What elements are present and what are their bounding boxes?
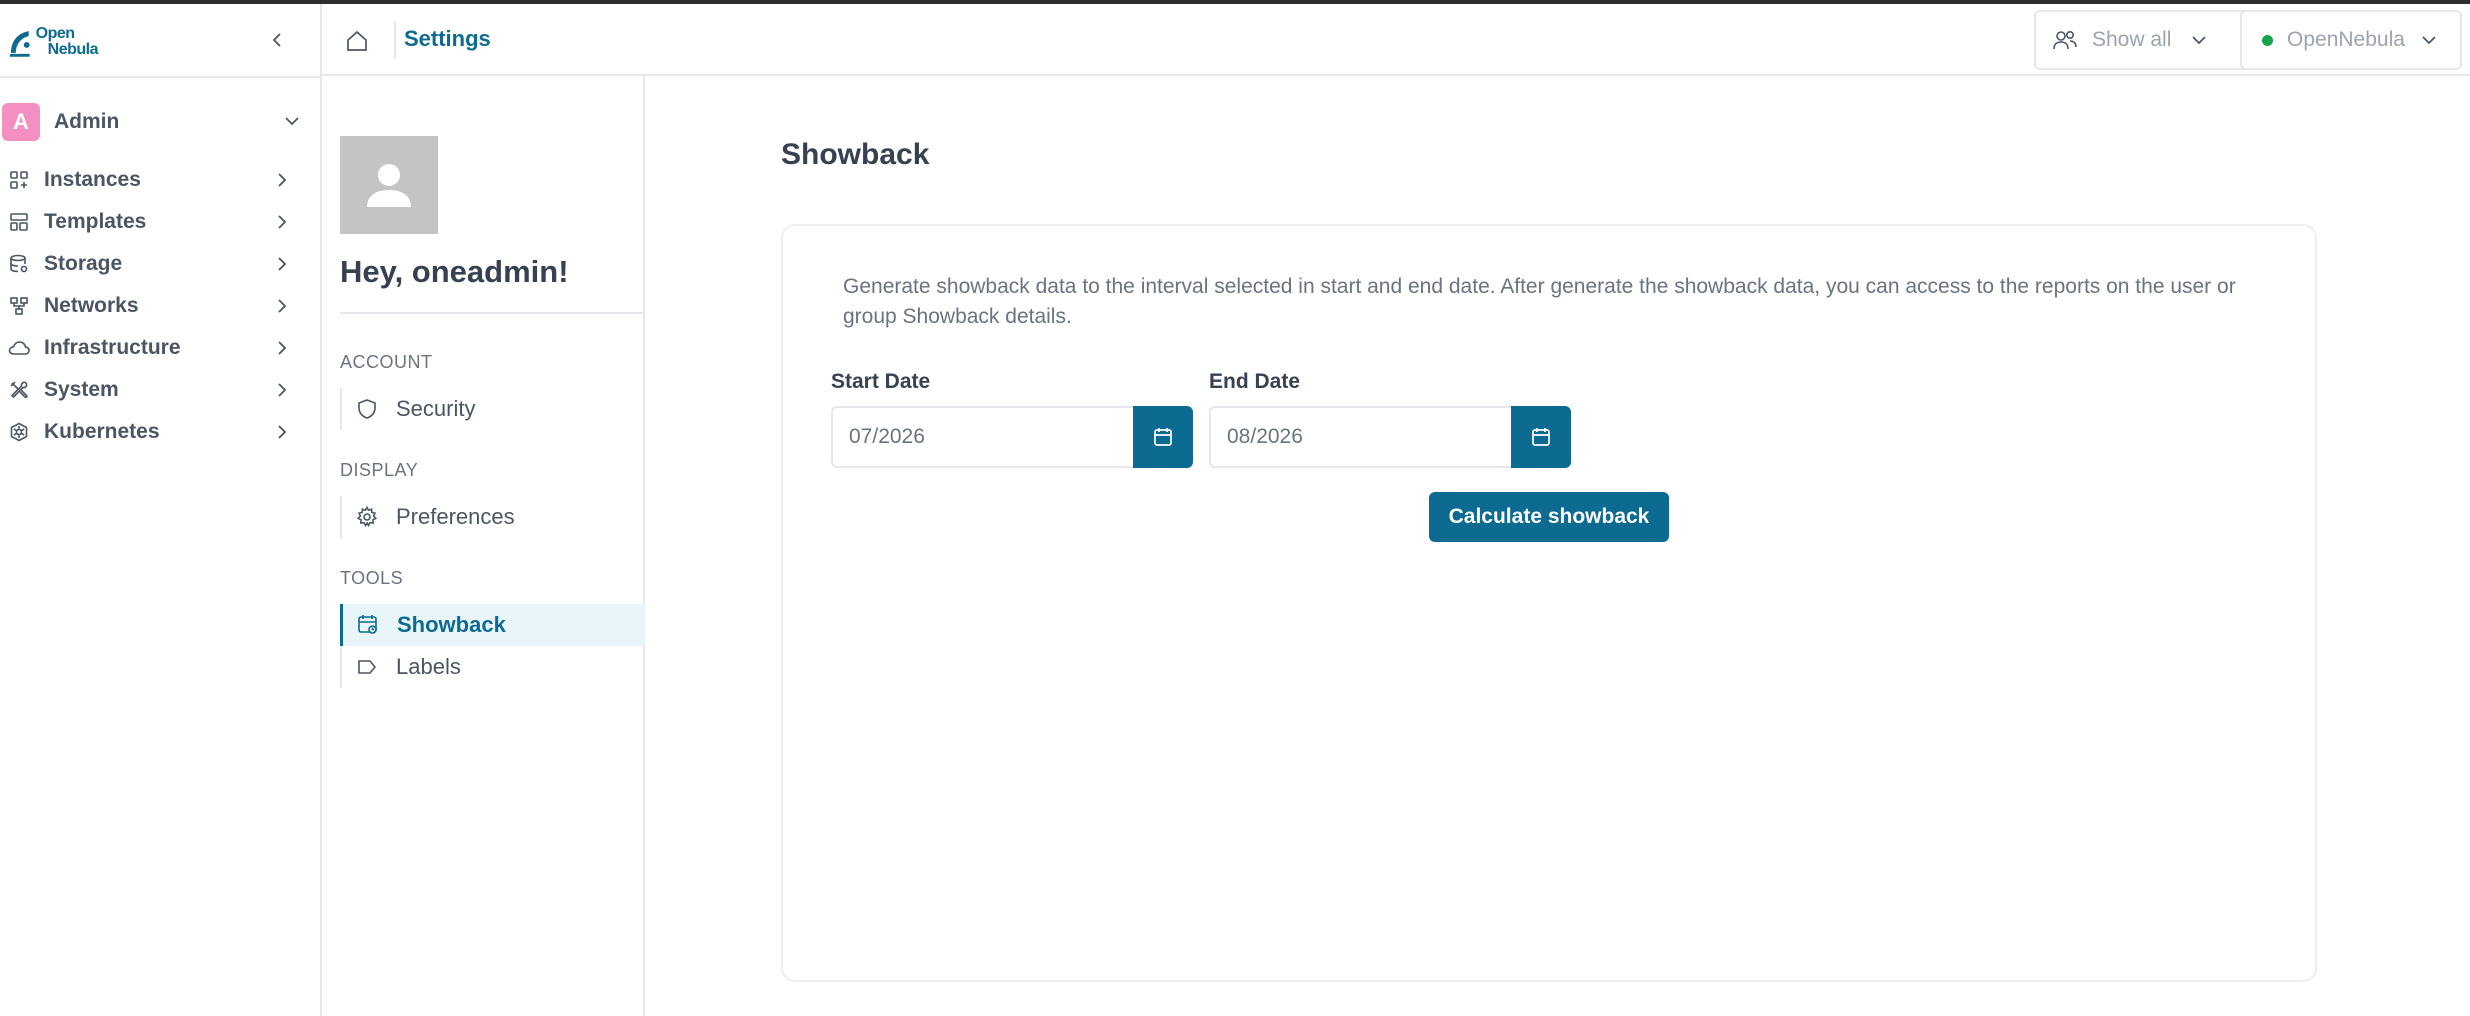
settings-nav-divider	[340, 312, 645, 314]
sidebar-item-infrastructure[interactable]: Infrastructure	[0, 327, 310, 369]
end-date-field: 08/2026	[1209, 406, 1571, 468]
breadcrumb-divider	[394, 22, 396, 58]
sidebar-item-label: Infrastructure	[44, 336, 181, 359]
settings-item-label: Security	[396, 396, 476, 421]
section-title-account: ACCOUNT	[340, 352, 433, 372]
zone-dropdown[interactable]: OpenNebula	[2240, 10, 2462, 70]
templates-icon	[8, 211, 30, 233]
sidebar-item-label: Networks	[44, 294, 139, 317]
cloud-icon	[8, 337, 30, 359]
chevron-down-icon	[2422, 36, 2436, 45]
settings-item-label: Showback	[397, 612, 506, 637]
end-date-picker-button[interactable]	[1511, 406, 1571, 468]
sidebar-item-label: Instances	[44, 168, 141, 191]
sidebar-item-instances[interactable]: Instances	[0, 159, 310, 201]
calendar-icon	[1532, 428, 1550, 446]
page-title: Showback	[781, 138, 930, 171]
tools-icon	[8, 379, 30, 401]
group-filter-value: Show all	[2092, 28, 2172, 51]
storage-icon	[8, 253, 30, 275]
sidebar-item-label: Templates	[44, 210, 147, 233]
gear-icon	[354, 504, 380, 530]
calendar-icon	[1154, 428, 1172, 446]
opennebula-logo[interactable]: Open Nebula	[8, 24, 99, 60]
chevron-left-icon	[272, 33, 281, 47]
home-button[interactable]	[342, 26, 372, 56]
sidebar-divider	[0, 76, 320, 78]
sidebar-item-label: Kubernetes	[44, 420, 160, 443]
showback-card: Generate showback data to the interval s…	[781, 224, 2317, 982]
main-sidebar: Open Nebula A Admin Instances Templates	[0, 4, 322, 1016]
sidebar-item-storage[interactable]: Storage	[0, 243, 310, 285]
chevron-down-icon	[2192, 36, 2207, 45]
chevron-right-icon	[278, 383, 287, 397]
kubernetes-icon	[8, 421, 30, 443]
shield-icon	[354, 396, 380, 422]
chevron-down-icon	[285, 117, 299, 126]
calendar-chart-icon	[355, 612, 381, 638]
settings-item-security[interactable]: Security	[340, 388, 645, 430]
chevron-right-icon	[278, 215, 287, 229]
sidebar-item-kubernetes[interactable]: Kubernetes	[0, 411, 310, 453]
end-date-input[interactable]: 08/2026	[1209, 406, 1511, 468]
settings-item-labels[interactable]: Labels	[340, 646, 645, 688]
chevron-right-icon	[278, 425, 287, 439]
start-date-label: Start Date	[831, 370, 931, 393]
instances-icon	[8, 169, 30, 191]
sidebar-item-networks[interactable]: Networks	[0, 285, 310, 327]
collapse-sidebar-button[interactable]	[264, 26, 292, 54]
sidebar-item-system[interactable]: System	[0, 369, 310, 411]
end-date-label: End Date	[1209, 370, 1301, 393]
start-date-input[interactable]: 07/2026	[831, 406, 1133, 468]
settings-item-preferences[interactable]: Preferences	[340, 496, 645, 538]
sidebar-nav: Instances Templates Storage Networks Inf…	[0, 159, 310, 453]
section-title-display: DISPLAY	[340, 460, 419, 480]
chevron-right-icon	[278, 341, 287, 355]
settings-item-label: Labels	[396, 654, 461, 679]
settings-nav: Hey, oneadmin! ACCOUNT Security DISPLAY …	[322, 76, 645, 1016]
settings-item-showback[interactable]: Showback	[340, 604, 645, 646]
opennebula-logo-icon	[9, 31, 30, 57]
label-icon	[354, 654, 380, 680]
logo-text-line2: Nebula	[47, 41, 99, 58]
top-bar: Settings Show all OpenNebula	[322, 4, 2470, 76]
group-filter-dropdown[interactable]: Show all	[2034, 10, 2272, 70]
profile-picture[interactable]	[340, 136, 438, 234]
logo-text-line1: Open	[35, 25, 75, 42]
sidebar-item-label: System	[44, 378, 119, 401]
calculate-showback-button[interactable]: Calculate showback	[1429, 492, 1669, 542]
chevron-right-icon	[278, 257, 287, 271]
zone-name: OpenNebula	[2287, 28, 2405, 51]
start-date-field: 07/2026	[831, 406, 1193, 468]
chevron-right-icon	[278, 299, 287, 313]
chevron-right-icon	[278, 173, 287, 187]
sidebar-item-templates[interactable]: Templates	[0, 201, 310, 243]
start-date-picker-button[interactable]	[1133, 406, 1193, 468]
home-icon	[347, 30, 367, 51]
showback-description: Generate showback data to the interval s…	[843, 275, 2236, 328]
sidebar-item-label: Storage	[44, 252, 123, 275]
avatar: A	[2, 103, 40, 141]
networks-icon	[8, 295, 30, 317]
settings-item-label: Preferences	[396, 504, 515, 529]
breadcrumb-settings[interactable]: Settings	[404, 26, 491, 52]
users-icon	[2053, 30, 2077, 50]
user-menu[interactable]: A Admin	[0, 101, 310, 143]
user-placeholder-icon	[367, 164, 411, 207]
section-title-tools: TOOLS	[340, 568, 404, 588]
zone-status-dot	[2262, 34, 2273, 46]
greeting: Hey, oneadmin!	[340, 254, 569, 289]
user-name: Admin	[54, 110, 120, 133]
